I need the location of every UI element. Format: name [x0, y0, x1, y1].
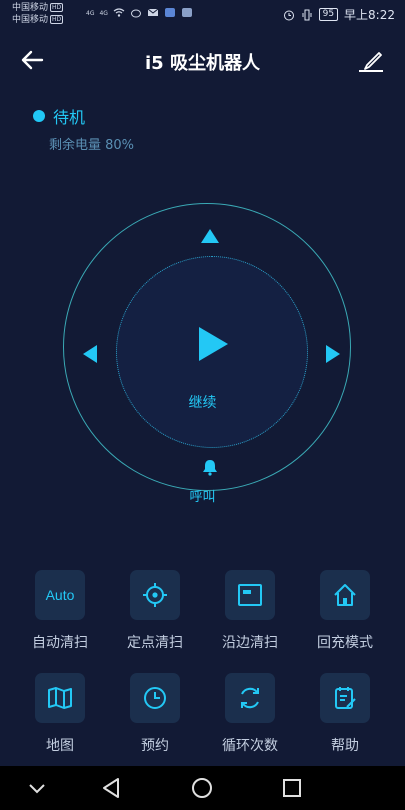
- carrier-2: 中国移动 HD: [12, 15, 64, 25]
- recharge-mode-button[interactable]: 回充模式: [300, 570, 390, 652]
- spot-clean-button[interactable]: 定点清扫: [110, 570, 200, 652]
- cycle-icon: [241, 687, 259, 709]
- alarm-icon: [283, 10, 294, 20]
- status-right: 95 早上8:22: [283, 6, 395, 23]
- status-bar: 中国移动 HD 中国移动 HD 4G 4G 95 早上8:22: [0, 0, 405, 28]
- nav-home-icon[interactable]: [189, 776, 215, 800]
- app-icon: [164, 8, 175, 17]
- app-icon-2: [181, 8, 192, 17]
- chevron-down-icon[interactable]: [24, 776, 50, 800]
- schedule-button[interactable]: 预约: [110, 673, 200, 755]
- cycle-count-button[interactable]: 循环次数: [205, 673, 295, 755]
- system-nav-bar: [0, 766, 405, 810]
- status-dot: [33, 110, 45, 122]
- map-button[interactable]: 地图: [15, 673, 105, 755]
- vibrate-icon: [302, 9, 312, 20]
- carrier-1: 中国移动 HD: [12, 3, 64, 13]
- pencil-icon[interactable]: [357, 46, 385, 74]
- auto-text-icon: Auto: [35, 570, 85, 620]
- clock-text: 早上8:22: [344, 8, 395, 22]
- arrow-right-button[interactable]: [325, 344, 341, 364]
- robot-state: 待机: [33, 104, 85, 128]
- arrow-up-button[interactable]: [200, 228, 220, 244]
- status-icons: 4G 4G: [86, 7, 193, 18]
- wifi-icon: [113, 8, 125, 17]
- help-button[interactable]: 帮助: [300, 673, 390, 755]
- play-button[interactable]: [196, 325, 230, 363]
- edge-clean-icon: [238, 584, 262, 606]
- battery-remaining: 剩余电量 80%: [49, 138, 135, 153]
- mail-icon: [147, 8, 159, 16]
- home-icon: [334, 584, 356, 606]
- call-label[interactable]: 呼叫: [0, 486, 405, 505]
- signal-icon-2: 4G: [99, 9, 108, 17]
- help-doc-icon: [335, 687, 356, 709]
- header: i5 吸尘机器人: [0, 38, 405, 82]
- crosshair-icon: [143, 583, 167, 607]
- battery-indicator: 95: [318, 8, 339, 21]
- map-icon: [48, 687, 72, 709]
- clock-icon: [144, 687, 166, 709]
- nav-back-icon[interactable]: [99, 776, 125, 800]
- page-title: i5 吸尘机器人: [145, 53, 260, 74]
- bell-icon: [203, 460, 217, 476]
- edge-clean-button[interactable]: 沿边清扫: [205, 570, 295, 652]
- continue-label[interactable]: 继续: [0, 392, 405, 412]
- signal-icon: 4G: [86, 9, 95, 17]
- weibo-icon: [130, 9, 141, 18]
- auto-clean-button[interactable]: Auto 自动清扫: [15, 570, 105, 652]
- nav-recents-icon[interactable]: [279, 776, 305, 800]
- state-label: 待机: [53, 108, 86, 127]
- arrow-left-button[interactable]: [82, 344, 98, 364]
